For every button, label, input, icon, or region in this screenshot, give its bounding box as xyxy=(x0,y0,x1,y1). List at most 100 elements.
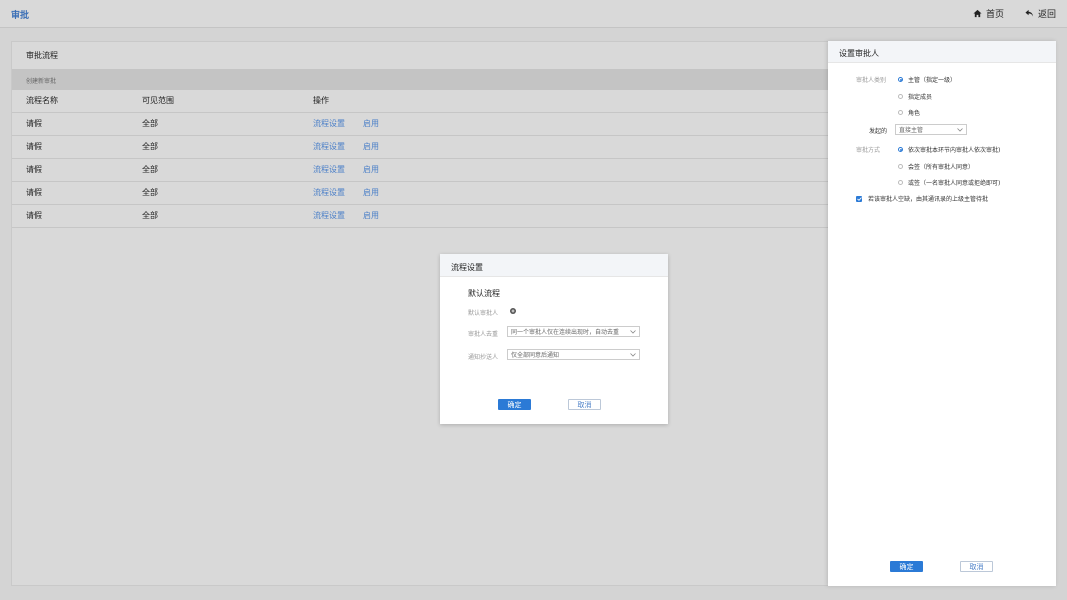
drawer-ok-button[interactable]: 确定 xyxy=(890,561,923,572)
approval-table: 流程名称 可见范围 操作 请假 全部 流程设置 启用 请假 全部 流程设置 启用 请… xyxy=(12,90,842,228)
app-title: 审批 xyxy=(11,11,30,21)
default-approver-row: 默认审批人 xyxy=(468,308,510,317)
initiator-row: 发起的 xyxy=(869,126,887,135)
table-row: 请假 全部 流程设置 启用 xyxy=(12,204,842,228)
row-scope: 全部 xyxy=(142,135,313,159)
option-label: 依次审批本环节内审批人依次审批) xyxy=(908,147,1001,154)
back-link[interactable]: 返回 xyxy=(1025,7,1056,20)
approval-mode-option-countersign[interactable]: 会签（所有审批人同意） xyxy=(898,162,974,171)
option-label: 会签（所有审批人同意） xyxy=(908,164,975,171)
notify-select[interactable]: 仅全部同意后通知 xyxy=(507,349,640,360)
panel-title: 审批流程 xyxy=(26,51,58,60)
approval-mode-label-row: 审批方式 xyxy=(856,145,880,154)
row-actions: 流程设置 启用 xyxy=(313,181,842,205)
modal-title: 流程设置 xyxy=(451,263,483,272)
home-label: 首页 xyxy=(986,10,1005,20)
col-action-header: 操作 xyxy=(313,90,842,113)
row-actions: 流程设置 启用 xyxy=(313,158,842,182)
chevron-down-icon xyxy=(630,352,636,357)
modal-header: 流程设置 xyxy=(440,254,668,277)
table-row: 请假 全部 流程设置 启用 xyxy=(12,135,842,159)
table-row: 请假 全部 流程设置 启用 xyxy=(12,158,842,182)
radio-icon[interactable] xyxy=(898,180,903,185)
approval-flow-panel: 审批流程 创建新审批 流程名称 可见范围 操作 请假 全部 流程设置 启用 请假 … xyxy=(11,41,842,586)
back-icon xyxy=(1025,9,1034,17)
add-approver-icon[interactable] xyxy=(510,308,516,314)
radio-icon[interactable] xyxy=(898,164,903,169)
initiator-label: 发起的 xyxy=(869,128,888,135)
drawer-title: 设置审批人 xyxy=(839,49,879,58)
radio-icon[interactable] xyxy=(898,77,903,82)
option-label: 角色 xyxy=(908,110,921,117)
approver-type-option-member[interactable]: 指定成员 xyxy=(898,92,932,101)
table-row: 请假 全部 流程设置 启用 xyxy=(12,112,842,136)
set-approver-drawer: 设置审批人 审批人类别 主管（指定一级） 指定成员 角色 发起的 直接主管 审批… xyxy=(828,41,1056,586)
top-bar: 审批 首页 返回 xyxy=(0,0,1067,28)
drawer-cancel-button[interactable]: 取消 xyxy=(960,561,993,572)
row-name: 请假 xyxy=(12,158,142,182)
enable-link[interactable]: 启用 xyxy=(363,119,379,128)
create-bar[interactable]: 创建新审批 xyxy=(12,69,842,90)
row-name: 请假 xyxy=(12,112,142,136)
checkbox-label: 若该审批人空缺，由其通讯录的上级主管待批 xyxy=(868,196,989,203)
drawer-header: 设置审批人 xyxy=(828,41,1056,63)
notify-row: 通知抄送人 xyxy=(468,352,498,361)
home-link[interactable]: 首页 xyxy=(973,7,1004,20)
row-actions: 流程设置 启用 xyxy=(313,204,842,228)
home-icon xyxy=(973,9,982,18)
radio-icon[interactable] xyxy=(898,147,903,152)
option-label: 或签（一名审批人同意或拒绝即可) xyxy=(908,180,1001,187)
row-name: 请假 xyxy=(12,135,142,159)
chevron-down-icon xyxy=(957,127,963,132)
enable-link[interactable]: 启用 xyxy=(363,211,379,220)
approver-type-option-supervisor[interactable]: 主管（指定一级） xyxy=(898,75,956,84)
dedupe-label: 审批人去重 xyxy=(468,331,499,338)
approver-type-label-row: 审批人类别 xyxy=(856,75,886,84)
option-label: 主管（指定一级） xyxy=(908,77,957,84)
modal-subtitle: 默认流程 xyxy=(468,289,500,298)
modal-ok-button[interactable]: 确定 xyxy=(498,399,531,410)
option-label: 指定成员 xyxy=(908,94,933,101)
radio-icon[interactable] xyxy=(898,110,903,115)
flow-settings-modal: 流程设置 默认流程 默认审批人 审批人去重 同一个审批人仅在连续出现时，自动去重… xyxy=(440,254,668,424)
default-approver-label: 默认审批人 xyxy=(468,310,499,317)
row-name: 请假 xyxy=(12,181,142,205)
notify-value: 仅全部同意后通知 xyxy=(511,352,560,359)
flow-settings-link[interactable]: 流程设置 xyxy=(313,165,345,174)
flow-settings-link[interactable]: 流程设置 xyxy=(313,142,345,151)
col-name-header: 流程名称 xyxy=(12,90,142,113)
approver-type-option-role[interactable]: 角色 xyxy=(898,108,920,117)
row-scope: 全部 xyxy=(142,112,313,136)
initiator-select[interactable]: 直接主管 xyxy=(895,124,967,135)
approval-mode-label: 审批方式 xyxy=(856,147,881,154)
row-scope: 全部 xyxy=(142,158,313,182)
approval-mode-option-sequential[interactable]: 依次审批本环节内审批人依次审批) xyxy=(898,145,1000,154)
dedupe-value: 同一个审批人仅在连续出现时，自动去重 xyxy=(511,329,620,336)
create-approval-link[interactable]: 创建新审批 xyxy=(26,76,56,85)
row-actions: 流程设置 启用 xyxy=(313,112,842,136)
modal-cancel-button[interactable]: 取消 xyxy=(568,399,601,410)
radio-icon[interactable] xyxy=(898,94,903,99)
dedupe-row: 审批人去重 xyxy=(468,329,498,338)
row-scope: 全部 xyxy=(142,204,313,228)
approval-mode-option-or-sign[interactable]: 或签（一名审批人同意或拒绝即可) xyxy=(898,178,1000,187)
row-name: 请假 xyxy=(12,204,142,228)
vacancy-checkbox-row[interactable]: 若该审批人空缺，由其通讯录的上级主管待批 xyxy=(856,194,988,203)
initiator-value: 直接主管 xyxy=(899,127,924,134)
table-row: 请假 全部 流程设置 启用 xyxy=(12,181,842,205)
approver-type-label: 审批人类别 xyxy=(856,77,887,84)
enable-link[interactable]: 启用 xyxy=(363,142,379,151)
chevron-down-icon xyxy=(630,329,636,334)
row-scope: 全部 xyxy=(142,181,313,205)
col-scope-header: 可见范围 xyxy=(142,90,313,113)
table-header: 流程名称 可见范围 操作 xyxy=(12,90,842,113)
enable-link[interactable]: 启用 xyxy=(363,165,379,174)
checkbox-checked-icon[interactable] xyxy=(856,195,862,202)
flow-settings-link[interactable]: 流程设置 xyxy=(313,211,345,220)
back-label: 返回 xyxy=(1038,10,1057,20)
flow-settings-link[interactable]: 流程设置 xyxy=(313,188,345,197)
enable-link[interactable]: 启用 xyxy=(363,188,379,197)
flow-settings-link[interactable]: 流程设置 xyxy=(313,119,345,128)
row-actions: 流程设置 启用 xyxy=(313,135,842,159)
dedupe-select[interactable]: 同一个审批人仅在连续出现时，自动去重 xyxy=(507,326,640,337)
